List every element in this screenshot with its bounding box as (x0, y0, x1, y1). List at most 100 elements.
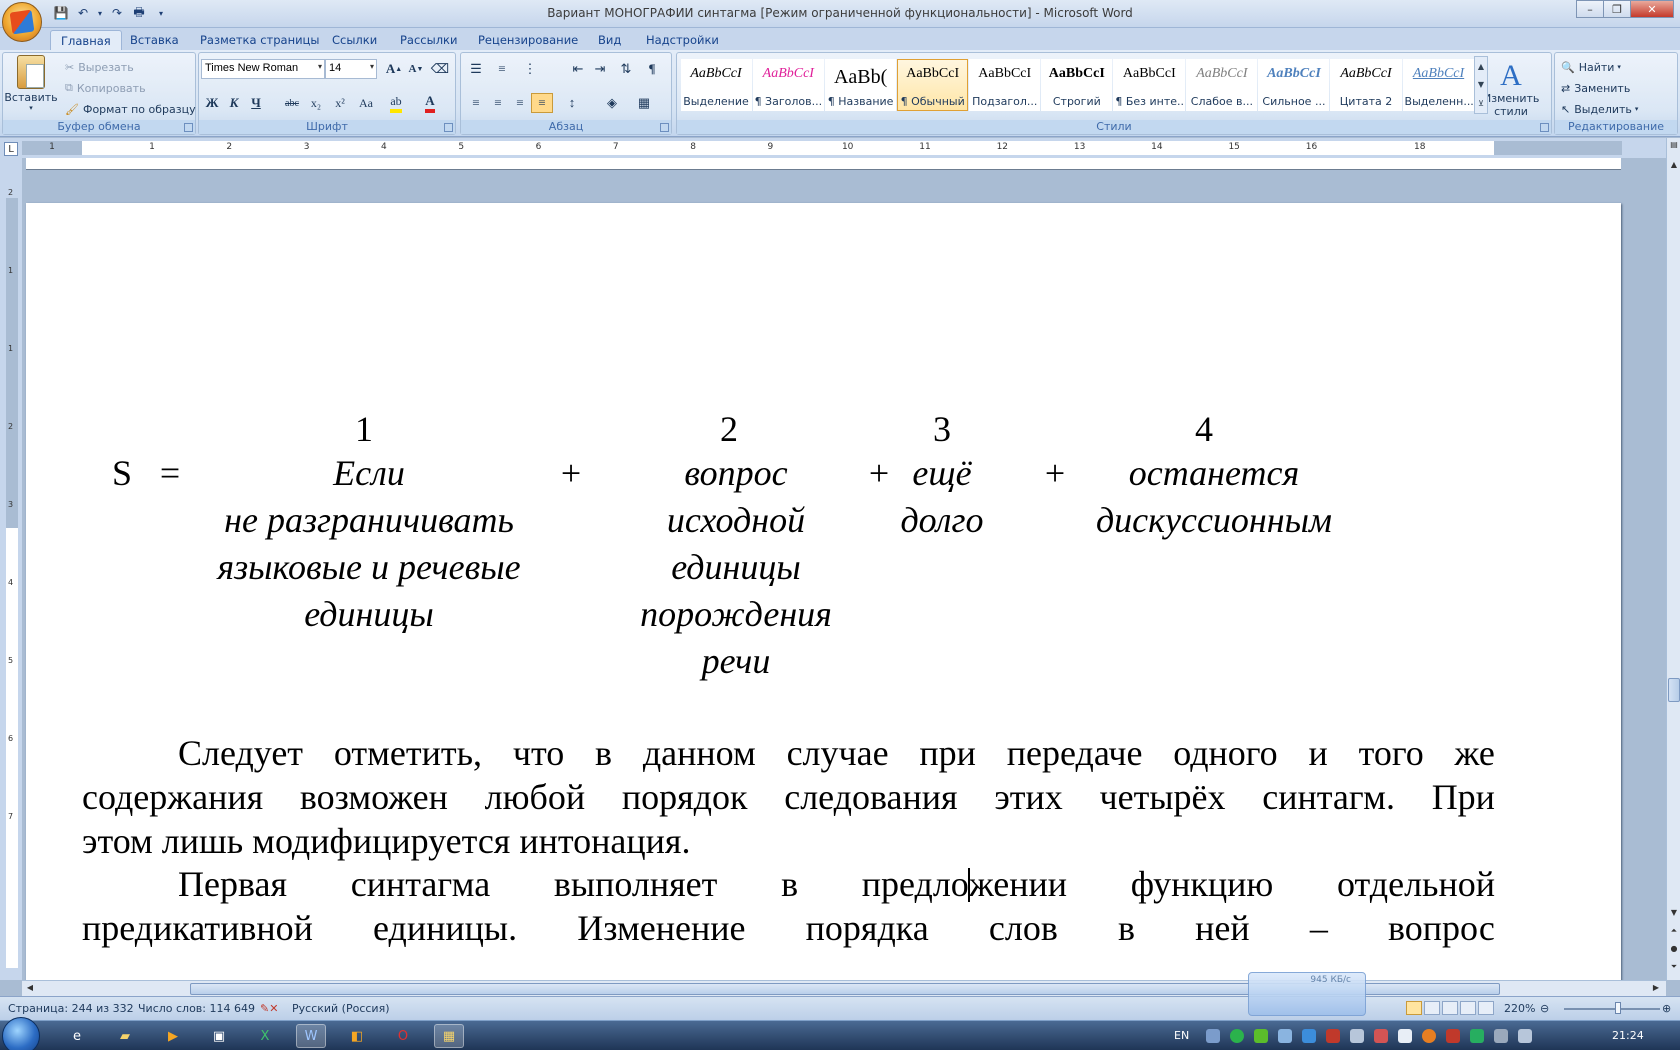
tray-power-icon[interactable] (1518, 1029, 1532, 1043)
tray-flash-icon[interactable] (1326, 1029, 1340, 1043)
strikethrough-button[interactable]: abc (281, 93, 303, 113)
style-item[interactable]: AaBbCcI Цитата 2 (1330, 59, 1402, 111)
save-icon[interactable]: 💾 (52, 4, 70, 22)
style-item[interactable]: AaBbCcI ¶ Заголов... (752, 59, 825, 111)
excel-icon[interactable]: X (250, 1024, 280, 1048)
undo-dropdown-icon[interactable]: ▾ (96, 4, 104, 22)
tray-green-icon[interactable] (1470, 1029, 1484, 1043)
tray-disk-icon[interactable] (1446, 1029, 1460, 1043)
align-right-icon[interactable]: ≡ (509, 93, 531, 113)
print-layout-view-button[interactable] (1406, 1001, 1422, 1015)
numbering-icon[interactable]: ≡ (491, 59, 513, 79)
zoom-slider-thumb[interactable] (1615, 1002, 1621, 1014)
tray-whatsapp-icon[interactable] (1230, 1029, 1244, 1043)
tab-selector-button[interactable]: L (4, 142, 18, 156)
tray-update-icon[interactable] (1422, 1029, 1436, 1043)
gallery-more-icon[interactable]: ⊻ (1478, 99, 1484, 108)
network-meter-widget[interactable]: 945 КБ/с (1248, 972, 1366, 1016)
find-button[interactable]: 🔍 Найти ▾ (1561, 57, 1621, 77)
scroll-down-icon[interactable]: ▼ (1668, 908, 1680, 917)
document-area[interactable]: S = 1 2 3 4 Если не разграничивать языко… (22, 158, 1666, 980)
copy-button[interactable]: ⧉ Копировать (65, 78, 146, 98)
grow-font-button[interactable]: A ▲ (383, 59, 405, 79)
increase-indent-icon[interactable]: ⇥ (589, 59, 611, 79)
tab-home[interactable]: Главная (50, 30, 122, 50)
cut-button[interactable]: ✂ Вырезать (65, 57, 134, 77)
font-color-button[interactable]: A (419, 93, 441, 113)
word-icon[interactable]: W (296, 1024, 326, 1048)
change-case-button[interactable]: Aa (355, 93, 377, 113)
style-item[interactable]: AaBbCcI ¶ Без инте... (1113, 59, 1186, 111)
tab-page-layout[interactable]: Разметка страницы (190, 30, 329, 50)
style-gallery-scroll[interactable]: ▲ ▼ ⊻ (1474, 56, 1488, 114)
decrease-indent-icon[interactable]: ⇤ (567, 59, 589, 79)
input-language[interactable]: EN (1174, 1029, 1189, 1042)
tab-references[interactable]: Ссылки (322, 30, 387, 50)
gallery-down-icon[interactable]: ▼ (1478, 80, 1484, 89)
ie-icon[interactable]: e (62, 1024, 92, 1048)
styles-launcher-icon[interactable] (1540, 123, 1549, 132)
tray-usb-icon[interactable] (1350, 1029, 1364, 1043)
print-icon[interactable]: 🖶 (130, 4, 148, 22)
minimize-button[interactable]: – (1576, 0, 1604, 18)
archive-icon[interactable]: ◧ (342, 1024, 372, 1048)
full-screen-view-button[interactable] (1424, 1001, 1440, 1015)
select-button[interactable]: ↖ Выделить ▾ (1561, 99, 1638, 119)
tray-antivirus-icon[interactable] (1374, 1029, 1388, 1043)
superscript-button[interactable]: x² (329, 93, 351, 113)
font-name-combo[interactable]: Times New Roman ▾ (201, 59, 325, 79)
replace-button[interactable]: ⇄ Заменить (1561, 78, 1630, 98)
web-layout-view-button[interactable] (1442, 1001, 1458, 1015)
style-item[interactable]: AaBbCcI Строгий (1041, 59, 1113, 111)
tab-addins[interactable]: Надстройки (636, 30, 729, 50)
show-formatting-button[interactable]: ¶ (641, 59, 663, 79)
zoom-level[interactable]: 220% (1504, 1002, 1535, 1015)
align-left-icon[interactable]: ≡ (465, 93, 487, 113)
format-painter-button[interactable]: 🖌 Формат по образцу (65, 99, 196, 119)
office-button[interactable] (2, 2, 42, 42)
tray-speaker-icon[interactable] (1494, 1029, 1508, 1043)
zoom-out-icon[interactable]: ⊖ (1540, 1002, 1549, 1015)
scroll-right-icon[interactable]: ▶ (1650, 983, 1662, 992)
clear-formatting-button[interactable]: ⌫ (429, 59, 451, 79)
language-status[interactable]: Русский (Россия) (292, 1002, 390, 1015)
tray-nvidia-icon[interactable] (1254, 1029, 1268, 1043)
style-item[interactable]: AaBb(¶ Название (825, 59, 897, 111)
multilevel-list-icon[interactable]: ⋮ (519, 59, 541, 79)
style-item[interactable]: AaBbCcI Слабое в... (1186, 59, 1258, 111)
opera-icon[interactable]: O (388, 1024, 418, 1048)
borders-icon[interactable]: ▦ (633, 93, 655, 113)
style-item[interactable]: AaBbCcI Выделение (680, 59, 752, 111)
subscript-button[interactable]: x₂ (305, 93, 327, 113)
italic-button[interactable]: К (223, 93, 245, 113)
paragraph-launcher-icon[interactable] (660, 123, 669, 132)
scroll-up-icon[interactable]: ▲ (1668, 160, 1680, 169)
tray-flag-icon[interactable] (1398, 1029, 1412, 1043)
clock[interactable]: 21:24 (1612, 1029, 1644, 1042)
tray-monitor-icon[interactable] (1278, 1029, 1292, 1043)
media-player-icon[interactable]: ▶ (158, 1024, 188, 1048)
ruler-toggle-icon[interactable]: ▤ (1668, 140, 1680, 149)
gallery-up-icon[interactable]: ▲ (1478, 62, 1484, 71)
previous-page-icon[interactable]: ⏶ (1668, 926, 1680, 936)
underline-button[interactable]: Ч (245, 93, 267, 113)
folder-icon[interactable]: ▰ (110, 1024, 140, 1048)
change-styles-button[interactable]: A Изменить стили (1481, 57, 1541, 121)
horizontal-ruler[interactable]: 1 1 2 3 4 5 6 7 8 9 10 11 12 13 14 15 16 18 (22, 141, 1622, 155)
font-size-combo[interactable]: 14 ▾ (325, 59, 377, 79)
style-item[interactable]: AaBbCcI Выделенн... (1402, 59, 1475, 111)
undo-icon[interactable]: ↶ (74, 4, 92, 22)
customize-qat-icon[interactable]: ▾ (152, 4, 170, 22)
tab-insert[interactable]: Вставка (120, 30, 189, 50)
highlight-button[interactable]: ab (385, 93, 407, 113)
font-launcher-icon[interactable] (444, 123, 453, 132)
page-count[interactable]: Страница: 244 из 332 (8, 1002, 134, 1015)
shrink-font-button[interactable]: A ▼ (405, 59, 427, 79)
draft-view-button[interactable] (1478, 1001, 1494, 1015)
outline-view-button[interactable] (1460, 1001, 1476, 1015)
paste-button[interactable]: Вставить ▾ (4, 55, 58, 112)
redo-icon[interactable]: ↷ (108, 4, 126, 22)
tray-app-icon[interactable] (1302, 1029, 1316, 1043)
style-item[interactable]: AaBbCcI Сильное ... (1258, 59, 1330, 111)
horizontal-scrollbar[interactable]: ◀ ▶ (22, 980, 1666, 996)
